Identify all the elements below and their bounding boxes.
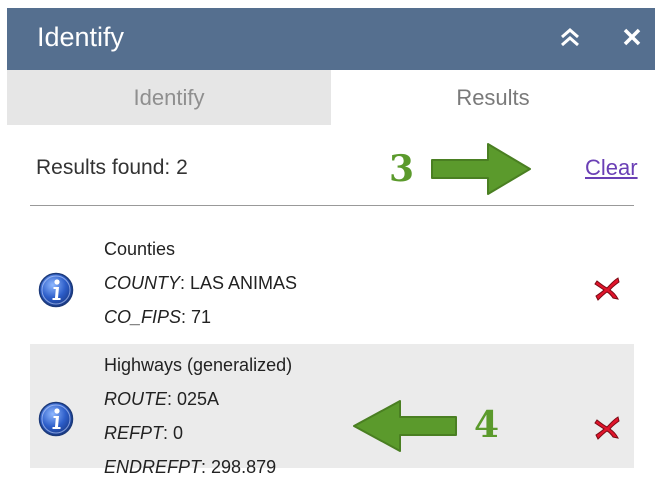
collapse-icon[interactable] bbox=[555, 22, 585, 52]
result-layer-name: Highways (generalized) bbox=[104, 355, 293, 375]
field-separator: : bbox=[180, 273, 191, 293]
panel-title: Identify bbox=[37, 22, 125, 52]
field-key: ENDREFPT bbox=[104, 457, 202, 477]
tab-results[interactable]: Results bbox=[331, 70, 655, 125]
arrow-right-icon bbox=[431, 143, 531, 195]
result-layer-name: Counties bbox=[104, 239, 176, 259]
divider bbox=[30, 205, 634, 206]
field-key: REFPT bbox=[104, 423, 164, 443]
result-field: ROUTE: 025A bbox=[104, 382, 292, 416]
arrow-left-icon bbox=[353, 400, 457, 452]
field-value: 298.879 bbox=[211, 457, 277, 477]
info-icon[interactable] bbox=[38, 272, 74, 308]
remove-x-icon[interactable] bbox=[592, 273, 622, 303]
panel-header: Identify bbox=[7, 8, 655, 70]
result-field: REFPT: 0 bbox=[104, 416, 292, 450]
tab-bar: Identify Results bbox=[7, 70, 655, 125]
field-separator: : bbox=[163, 423, 174, 443]
field-value: 71 bbox=[191, 307, 212, 327]
field-key: ROUTE bbox=[104, 389, 167, 409]
field-key: CO_FIPS bbox=[104, 307, 182, 327]
field-separator: : bbox=[181, 307, 192, 327]
remove-x-icon[interactable] bbox=[592, 412, 622, 442]
field-value: 025A bbox=[177, 389, 220, 409]
result-field: CO_FIPS: 71 bbox=[104, 300, 297, 334]
close-icon[interactable] bbox=[617, 22, 647, 52]
clear-link[interactable]: Clear bbox=[585, 155, 638, 181]
field-value: 0 bbox=[173, 423, 184, 443]
info-icon[interactable] bbox=[38, 401, 74, 437]
results-summary: Results found: 2 Clear bbox=[30, 148, 638, 198]
results-count: Results found: 2 bbox=[36, 156, 188, 179]
annotation-number-4: 4 bbox=[474, 404, 500, 446]
result-field: COUNTY: LAS ANIMAS bbox=[104, 266, 297, 300]
annotation-number-3: 3 bbox=[389, 148, 415, 190]
field-value: LAS ANIMAS bbox=[190, 273, 298, 293]
tab-identify[interactable]: Identify bbox=[7, 70, 331, 125]
field-separator: : bbox=[201, 457, 212, 477]
result-item: Highways (generalized) ROUTE: 025A REFPT… bbox=[30, 344, 634, 477]
result-fields: Counties COUNTY: LAS ANIMAS CO_FIPS: 71 bbox=[104, 232, 297, 334]
result-item: Counties COUNTY: LAS ANIMAS CO_FIPS: 71 bbox=[30, 228, 634, 344]
result-field: ENDREFPT: 298.879 bbox=[104, 450, 292, 484]
result-fields: Highways (generalized) ROUTE: 025A REFPT… bbox=[104, 348, 292, 484]
field-key: COUNTY bbox=[104, 273, 180, 293]
field-separator: : bbox=[167, 389, 178, 409]
